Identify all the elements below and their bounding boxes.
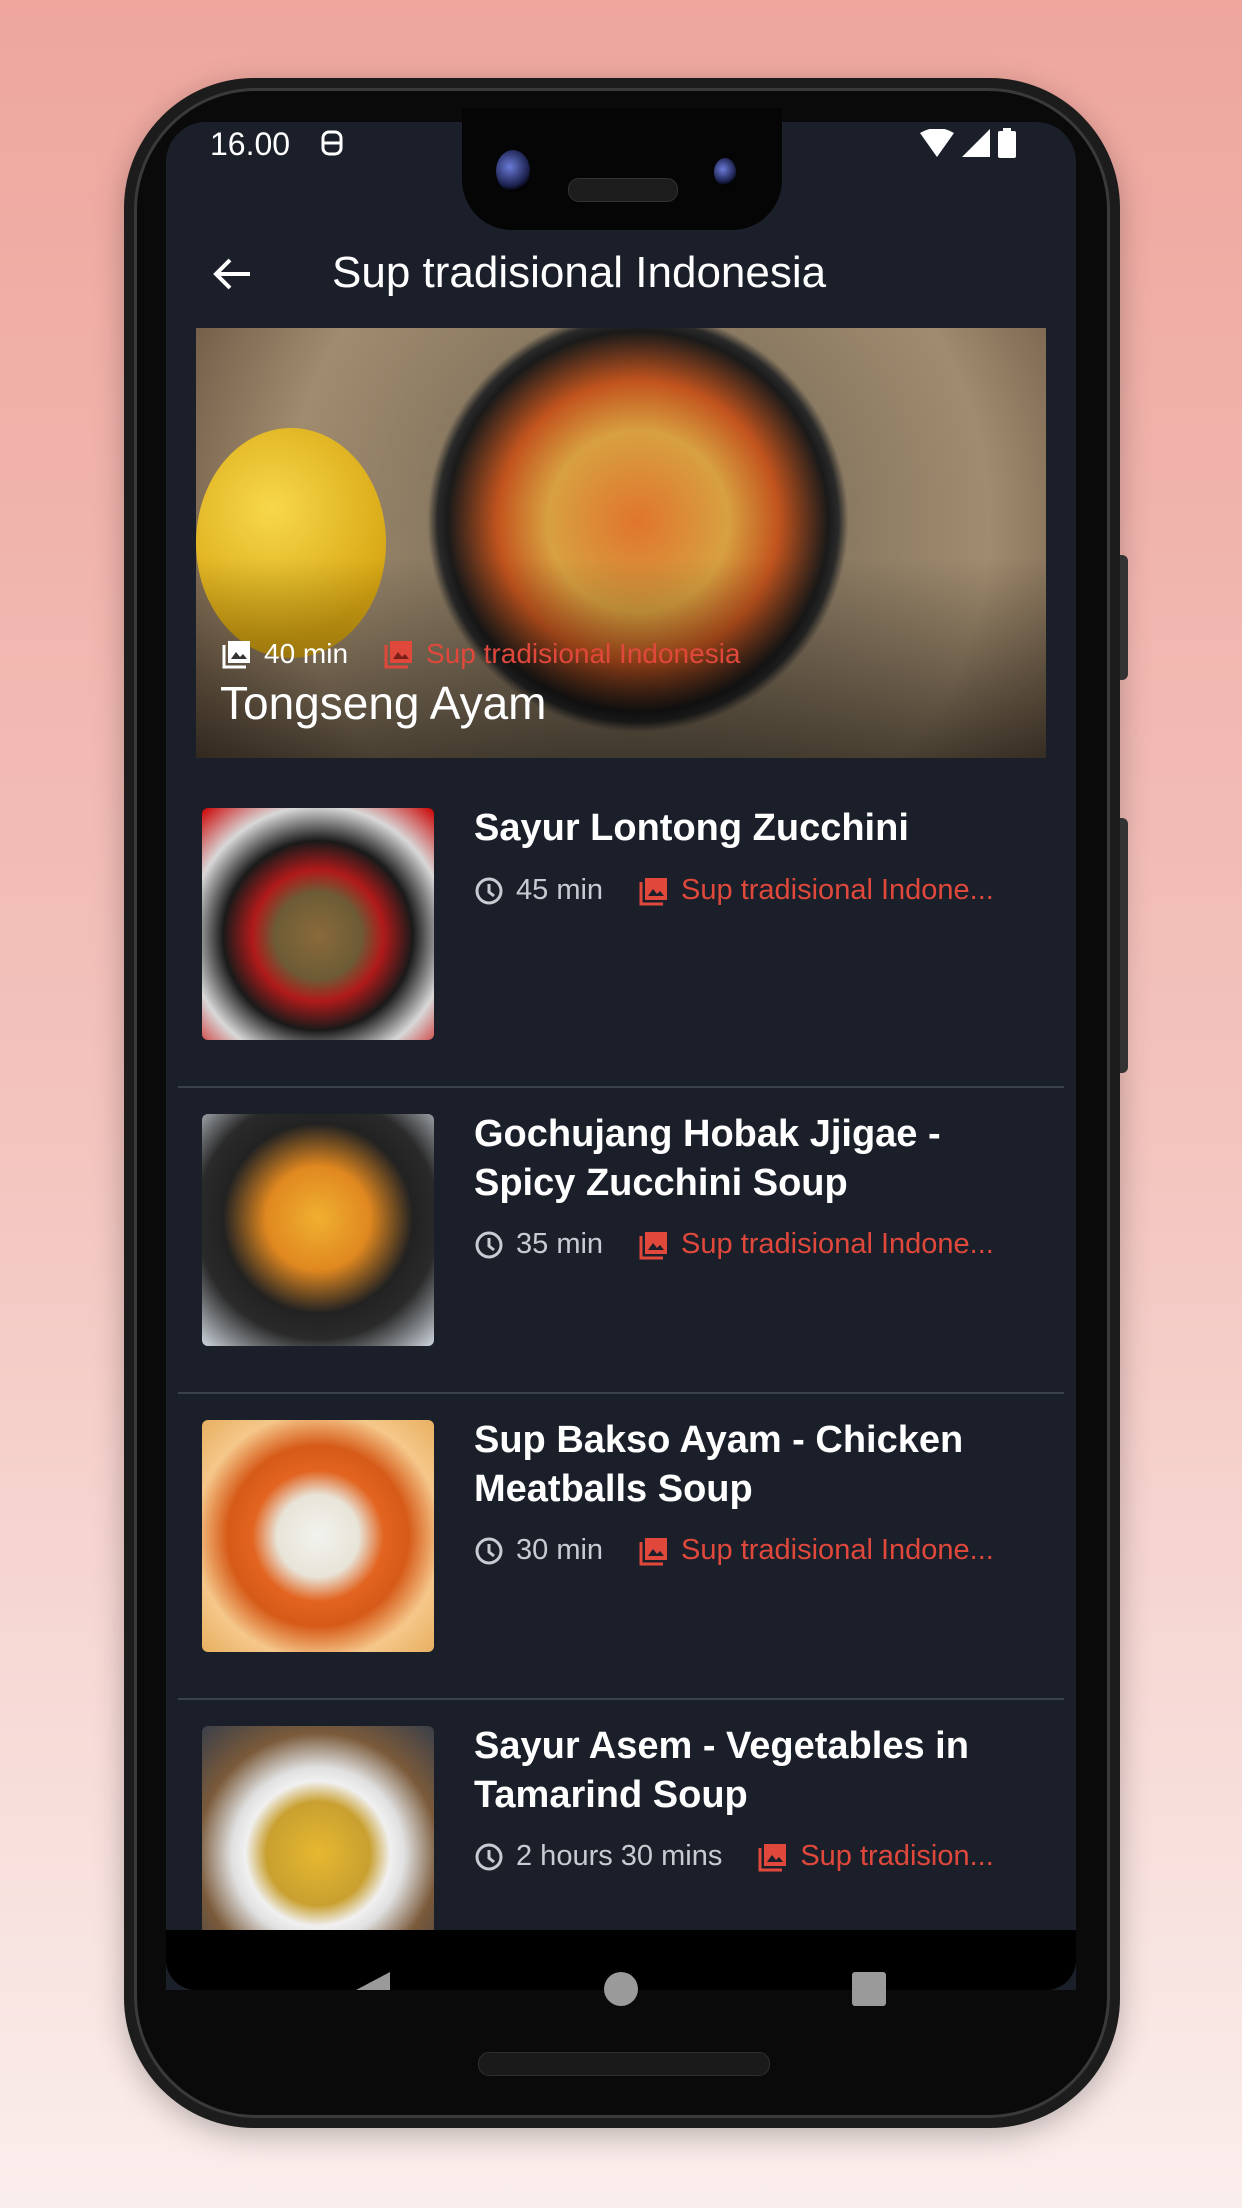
- earpiece: [568, 178, 678, 202]
- recipe-category[interactable]: Sup tradision...: [800, 1840, 993, 1873]
- arrow-left-icon: [213, 258, 250, 290]
- nav-home-button[interactable]: [604, 1972, 638, 2006]
- recipe-thumbnail: [202, 1726, 434, 1958]
- page-title: Sup tradisional Indonesia: [332, 248, 827, 297]
- recipe-thumbnail: [202, 1420, 434, 1652]
- recipe-duration: 45 min: [516, 874, 604, 906]
- app-bar: Sup tradisional Indonesia: [166, 222, 1076, 322]
- recipe-duration: 35 min: [516, 1228, 604, 1260]
- photo-library-icon: [639, 1231, 668, 1259]
- clock-icon: [475, 1231, 503, 1258]
- recipe-duration: 2 hours 30 mins: [516, 1840, 723, 1872]
- clock-icon: [475, 1843, 503, 1870]
- featured-recipe-card[interactable]: 40 min Sup tradisional Indonesia Tongsen…: [196, 328, 1046, 758]
- recipe-list-item[interactable]: Sup Bakso Ayam - Chicken Meatballs Soup …: [178, 1394, 1064, 1700]
- photo-library-icon: [639, 877, 668, 905]
- recipe-duration: 30 min: [516, 1534, 604, 1566]
- photo-library-icon: [639, 1537, 668, 1565]
- recipe-meta: 45 min Sup tradisional Indone...: [474, 874, 994, 907]
- system-icons: [920, 128, 1016, 163]
- recipe-category[interactable]: Sup tradisional Indone...: [681, 1228, 994, 1261]
- signal-icon: [962, 129, 990, 162]
- dnd-icon: [320, 128, 344, 165]
- battery-icon: [998, 128, 1016, 163]
- camera-notch: [462, 108, 782, 230]
- featured-category[interactable]: Sup tradisional Indonesia: [426, 638, 740, 670]
- recipe-name: Gochujang Hobak Jjigae - Spicy Zucchini …: [474, 1113, 941, 1204]
- recipe-thumbnail: [202, 808, 434, 1040]
- recipe-list: Sayur Lontong Zucchini 45 min Sup tradis…: [178, 782, 1064, 1990]
- recipe-list-item[interactable]: Sayur Lontong Zucchini 45 min Sup tradis…: [178, 782, 1064, 1088]
- featured-meta: 40 min Sup tradisional Indonesia: [222, 638, 741, 670]
- recipe-meta: 30 min Sup tradisional Indone...: [474, 1534, 994, 1567]
- back-button[interactable]: [210, 252, 254, 296]
- recipe-meta: 2 hours 30 mins Sup tradision...: [474, 1840, 994, 1873]
- recipe-name: Sayur Lontong Zucchini: [474, 807, 909, 849]
- recipe-list-item[interactable]: Gochujang Hobak Jjigae - Spicy Zucchini …: [178, 1088, 1064, 1394]
- navigation-bar: [166, 1930, 1076, 2006]
- screen: 16.00 Sup tradisional Indonesia 40 min S…: [166, 122, 1076, 1990]
- featured-recipe-name: Tongseng Ayam: [220, 677, 547, 729]
- bottom-speaker: [478, 2052, 770, 2076]
- clock-icon: [475, 1537, 503, 1564]
- photo-library-icon: [758, 1843, 787, 1871]
- nav-recents-button[interactable]: [852, 1972, 886, 2006]
- wifi-icon: [920, 128, 954, 162]
- recipe-category[interactable]: Sup tradisional Indone...: [681, 874, 994, 907]
- recipe-category[interactable]: Sup tradisional Indone...: [681, 1534, 994, 1567]
- front-camera: [496, 150, 530, 192]
- power-button: [1120, 555, 1128, 680]
- image-icon: [222, 641, 250, 669]
- recipe-meta: 35 min Sup tradisional Indone...: [474, 1228, 994, 1261]
- recipe-name: Sayur Asem - Vegetables in Tamarind Soup: [474, 1725, 969, 1816]
- recipe-thumbnail: [202, 1114, 434, 1346]
- front-camera-secondary: [714, 158, 736, 186]
- volume-button: [1120, 818, 1128, 1073]
- status-time: 16.00: [210, 126, 291, 162]
- photo-library-icon: [384, 641, 413, 669]
- clock-icon: [475, 877, 503, 904]
- featured-duration: 40 min: [264, 638, 349, 669]
- nav-back-button[interactable]: [356, 1972, 390, 1990]
- recipe-name: Sup Bakso Ayam - Chicken Meatballs Soup: [474, 1419, 964, 1510]
